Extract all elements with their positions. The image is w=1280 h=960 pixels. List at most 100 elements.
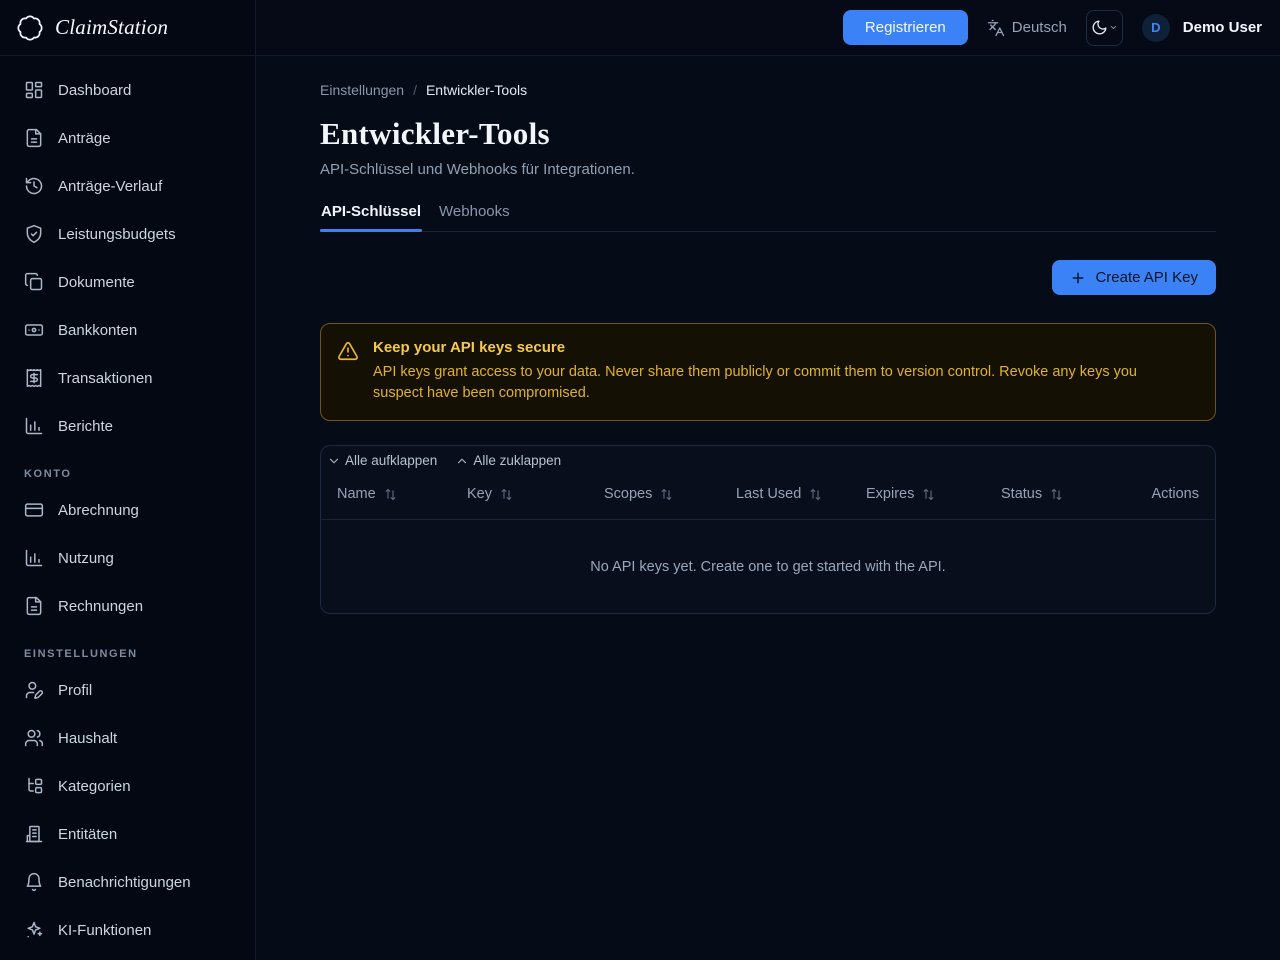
sidebar-item-label: Benachrichtigungen [58, 873, 191, 891]
sidebar-item-entitaeten[interactable]: Entitäten [0, 810, 255, 858]
column-header-last-used[interactable]: Last Used [736, 486, 866, 502]
sidebar-item-leistungsbudgets[interactable]: Leistungsbudgets [0, 210, 255, 258]
sidebar-item-dashboard[interactable]: Dashboard [0, 66, 255, 114]
sidebar-item-benachrichtigungen[interactable]: Benachrichtigungen [0, 858, 255, 906]
sidebar-item-label: Kategorien [58, 777, 131, 795]
sidebar-item-label: Berichte [58, 417, 114, 435]
sidebar-item-berichte[interactable]: Berichte [0, 402, 255, 450]
column-header-key[interactable]: Key [467, 486, 604, 502]
sort-icon [383, 487, 398, 502]
toolbar: Create API Key [320, 260, 1216, 295]
sparkles-icon [24, 920, 44, 940]
user-pen-icon [24, 680, 44, 700]
main-content: Einstellungen / Entwickler-Tools Entwick… [256, 56, 1280, 960]
warning-banner: Keep your API keys secure API keys grant… [320, 323, 1216, 422]
sidebar-item-rechnungen[interactable]: Rechnungen [0, 582, 255, 630]
table-header-row: Name Key Scopes Last Used Expires Status… [321, 469, 1215, 519]
sidebar-item-dokumente[interactable]: Dokumente [0, 258, 255, 306]
sidebar-item-label: Haushalt [58, 729, 118, 747]
expand-all-control[interactable]: Alle aufklappen [327, 453, 437, 468]
column-header-name[interactable]: Name [337, 486, 467, 502]
sidebar-item-label: Abrechnung [58, 501, 139, 519]
sort-icon [808, 487, 823, 502]
column-label: Name [337, 486, 376, 503]
sidebar-item-bankkonten[interactable]: Bankkonten [0, 306, 255, 354]
sidebar-item-label: Anträge-Verlauf [58, 177, 163, 195]
plus-icon [1070, 270, 1086, 286]
sidebar-item-label: Transaktionen [58, 369, 153, 387]
table-empty-state: No API keys yet. Create one to get start… [321, 519, 1215, 613]
sidebar-item-antraege[interactable]: Anträge [0, 114, 255, 162]
brand-name: ClaimStation [55, 15, 169, 39]
users-icon [24, 728, 44, 748]
file-text-icon [24, 596, 44, 616]
api-keys-table: Alle aufklappen Alle zuklappen Name Key [320, 445, 1216, 615]
sidebar-item-haushalt[interactable]: Haushalt [0, 714, 255, 762]
sidebar-item-profil[interactable]: Profil [0, 666, 255, 714]
brand-logo[interactable]: ClaimStation [0, 0, 256, 56]
sort-icon [659, 487, 674, 502]
create-api-key-label: Create API Key [1095, 269, 1198, 286]
tab-api-schluessel[interactable]: API-Schlüssel [320, 203, 423, 232]
language-selector[interactable]: Deutsch [987, 19, 1067, 37]
chart-column-icon [24, 548, 44, 568]
register-button[interactable]: Registrieren [842, 10, 968, 45]
user-name: Demo User [1182, 19, 1262, 36]
breadcrumb-parent[interactable]: Einstellungen [320, 82, 404, 98]
sidebar-item-kategorien[interactable]: Kategorien [0, 762, 255, 810]
sidebar-section-einstellungen: Einstellungen [24, 648, 138, 660]
dashboard-icon [24, 80, 44, 100]
column-label: Scopes [604, 486, 653, 503]
sidebar-item-ki-funktionen[interactable]: KI-Funktionen [0, 906, 255, 954]
chevron-down-icon [327, 454, 341, 468]
breadcrumb-separator: / [413, 82, 417, 98]
collapse-all-control[interactable]: Alle zuklappen [455, 453, 561, 468]
history-icon [24, 176, 44, 196]
credit-card-icon [24, 500, 44, 520]
sort-icon [1049, 487, 1064, 502]
breadcrumb: Einstellungen / Entwickler-Tools [320, 82, 1216, 98]
languages-icon [987, 19, 1005, 37]
sidebar-item-label: Leistungsbudgets [58, 225, 176, 243]
app-root: ClaimStation Registrieren Deutsch D Demo… [0, 0, 1280, 960]
warning-title: Keep your API keys secure [373, 339, 566, 356]
theme-toggle-button[interactable] [1085, 9, 1123, 46]
sidebar-item-label: Dokumente [58, 273, 135, 291]
avatar: D [1141, 13, 1170, 42]
warning-content: Keep your API keys secure API keys grant… [373, 339, 1173, 403]
receipt-icon [24, 368, 44, 388]
topbar: Registrieren Deutsch D Demo User [256, 0, 1280, 56]
sidebar-item-label: KI-Funktionen [58, 921, 152, 939]
breadcrumb-current: Entwickler-Tools [425, 82, 528, 98]
column-label: Key [467, 486, 492, 503]
bell-icon [24, 872, 44, 892]
sort-icon [499, 487, 514, 502]
create-api-key-button[interactable]: Create API Key [1052, 260, 1216, 295]
tabs: API-Schlüssel Webhooks [320, 203, 1216, 232]
page-subtitle: API-Schlüssel und Webhooks für Integrati… [320, 161, 635, 178]
sidebar-item-transaktionen[interactable]: Transaktionen [0, 354, 255, 402]
user-menu[interactable]: D Demo User [1141, 13, 1262, 42]
warning-body: API keys grant access to your data. Neve… [373, 364, 1137, 401]
moon-icon [1091, 19, 1108, 36]
triangle-alert-icon [337, 339, 359, 403]
sidebar-item-abrechnung[interactable]: Abrechnung [0, 486, 255, 534]
sidebar-item-label: Rechnungen [58, 597, 144, 615]
sidebar-item-antraege-verlauf[interactable]: Anträge-Verlauf [0, 162, 255, 210]
sidebar-item-label: Entitäten [58, 825, 118, 843]
sidebar-section-konto: Konto [24, 468, 72, 480]
column-header-scopes[interactable]: Scopes [604, 486, 736, 502]
collapse-all-label: Alle zuklappen [473, 453, 562, 469]
chevron-up-icon [455, 454, 469, 468]
sidebar-item-label: Bankkonten [58, 321, 138, 339]
sidebar-item-label: Dashboard [58, 81, 132, 99]
page-title: Entwickler-Tools [320, 116, 550, 151]
sidebar-item-nutzung[interactable]: Nutzung [0, 534, 255, 582]
column-label: Actions [1151, 486, 1199, 503]
chart-column-icon [24, 416, 44, 436]
column-header-expires[interactable]: Expires [866, 486, 1001, 502]
sidebar-item-label: Nutzung [58, 549, 114, 567]
tab-webhooks[interactable]: Webhooks [438, 203, 511, 231]
folder-tree-icon [24, 776, 44, 796]
column-header-status[interactable]: Status [1001, 486, 1149, 502]
